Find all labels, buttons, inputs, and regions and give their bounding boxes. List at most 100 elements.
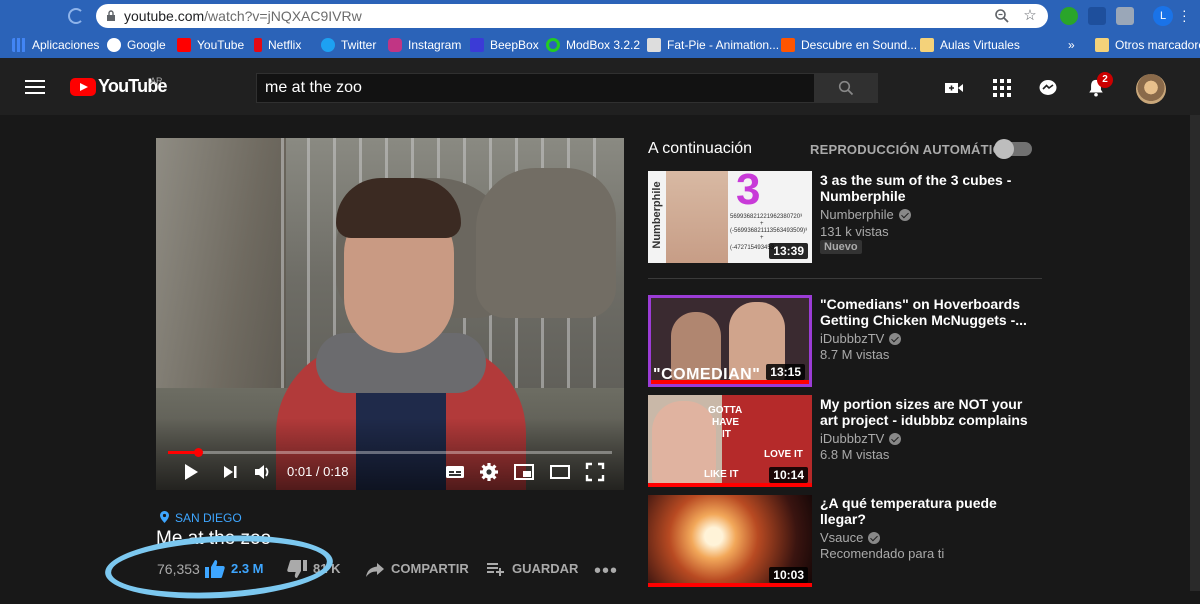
location-text: SAN DIEGO [175,511,242,525]
modbox-icon [546,38,560,52]
watched-progress-bar [648,583,812,587]
reload-icon[interactable] [68,8,84,24]
subtitles-icon[interactable] [444,461,466,483]
user-avatar[interactable] [1136,74,1166,104]
settings-gear-icon[interactable] [478,461,500,483]
verified-check-icon [898,209,911,221]
channel-name-4[interactable]: Vsauce [820,530,881,545]
netflix-icon [254,38,262,52]
extension-green-icon[interactable] [1060,7,1078,25]
share-arrow-icon[interactable] [364,558,386,580]
bookmark-aulas[interactable]: Aulas Virtuales [920,37,1020,53]
equation-line-1: 569936821221962380720³ [730,214,803,220]
create-video-icon[interactable] [944,79,964,97]
verified-check-icon [868,532,881,544]
duration-badge: 13:39 [769,243,808,259]
word-love-it: LOVE IT [764,449,803,460]
folder-icon [920,38,934,52]
progress-scrubber[interactable] [194,448,203,457]
bookmarks-bar: Aplicaciones Google YouTube Netflix Twit… [0,32,1200,58]
location-pin-icon [160,511,169,523]
watched-progress-bar [648,483,812,487]
apps-grid-icon [12,38,26,52]
video-player[interactable]: 0:01 / 0:18 [156,138,624,490]
apps-grid-icon[interactable] [992,79,1012,97]
elephant-right [476,168,616,318]
autoplay-toggle[interactable] [994,139,1032,159]
word-it: IT [722,429,731,440]
equation-line-4: + [760,235,764,241]
video-thumbnail-1[interactable]: Numberphile 3 569936821221962380720³ + (… [648,171,812,263]
bookmark-google[interactable]: Google [107,37,166,53]
equation-line-2: + [760,221,764,227]
bookmark-beepbox[interactable]: BeepBox [470,37,539,53]
zoom-icon[interactable] [994,8,1010,24]
video-thumbnail-2[interactable]: "COMEDIAN" 13:15 [648,295,812,387]
country-code: AR [150,76,163,86]
lock-icon [107,10,115,21]
verified-check-icon [889,433,902,445]
bookmark-twitter[interactable]: Twitter [321,37,376,53]
location-link[interactable]: SAN DIEGO [160,511,242,525]
beepbox-icon [470,38,484,52]
view-count-1: 131 k vistas [820,224,889,239]
youtube-header: YouTube AR me at the zoo 2 [0,58,1200,115]
address-bar[interactable]: youtube.com/watch?v=jNQXAC9IVRw ☆ [96,4,1048,28]
bookmark-apps[interactable]: Aplicaciones [12,37,99,53]
video-title-2[interactable]: "Comedians" on Hoverboards Getting Chick… [820,296,1040,328]
youtube-icon [177,38,191,52]
search-icon [838,80,854,96]
theater-mode-icon[interactable] [549,461,571,483]
video-title-1[interactable]: 3 as the sum of the 3 cubes - Numberphil… [820,172,1040,204]
extension-reader-icon[interactable] [1116,7,1134,25]
bookmark-fatpie[interactable]: Fat-Pie - Animation... [647,37,779,53]
browser-toolbar: youtube.com/watch?v=jNQXAC9IVRw ☆ L · · · [0,0,1200,32]
url-path: /watch?v=jNQXAC9IVRw [204,8,362,24]
bookmark-other[interactable]: Otros marcadores [1095,37,1200,53]
video-progress-bar[interactable] [168,451,612,454]
channel-name-1[interactable]: Numberphile [820,207,911,222]
bookmark-youtube[interactable]: YouTube [177,37,244,53]
equation-line-3: (-569936821113563493509)³ [730,228,808,234]
bookmark-modbox[interactable]: ModBox 3.2.2 [546,37,640,53]
bookmark-netflix[interactable]: Netflix [254,37,301,53]
more-bookmarks[interactable]: » [1068,37,1075,53]
save-button[interactable]: GUARDAR [512,561,578,576]
video-thumbnail-4[interactable]: 10:03 [648,495,812,587]
share-button[interactable]: COMPARTIR [391,561,469,576]
play-icon[interactable] [180,461,202,483]
hamburger-menu-icon[interactable] [25,80,45,94]
fullscreen-icon[interactable] [584,461,606,483]
page-scrollbar[interactable] [1190,115,1200,591]
folder-icon [1095,38,1109,52]
video-title-4[interactable]: ¿A qué temperatura puede llegar? [820,495,1040,527]
search-input[interactable]: me at the zoo [256,73,815,103]
video-title-3[interactable]: My portion sizes are NOT your art projec… [820,396,1040,428]
person-hair [336,178,461,238]
profile-avatar[interactable]: L [1153,6,1173,26]
channel-name-2[interactable]: iDubbbzTV [820,331,902,346]
search-button[interactable] [815,73,878,103]
twitter-icon [321,38,335,52]
bookmark-instagram[interactable]: Instagram [388,37,461,53]
toggle-knob [994,139,1014,159]
url-host: youtube.com [124,8,205,24]
duration-badge: 13:15 [766,364,805,380]
hand-drawn-highlight-circle [103,530,335,604]
soundcloud-icon [781,38,795,52]
next-icon[interactable] [220,461,242,483]
duration-badge: 10:14 [769,467,808,483]
more-actions-icon[interactable]: ••• [594,560,618,583]
menu-dots-icon[interactable]: · · · [1182,3,1187,27]
video-thumbnail-3[interactable]: GOTTA HAVE IT LOVE IT LIKE IT 10:14 [648,395,812,487]
channel-name-3[interactable]: iDubbbzTV [820,431,902,446]
messages-icon[interactable] [1038,79,1058,97]
instagram-icon [388,38,402,52]
extension-acrobat-icon[interactable] [1088,7,1106,25]
volume-icon[interactable] [252,461,274,483]
bookmark-star-icon[interactable]: ☆ [1022,8,1038,24]
bookmark-soundcloud[interactable]: Descubre en Sound... [781,37,917,53]
miniplayer-icon[interactable] [513,461,535,483]
add-to-playlist-icon[interactable] [485,558,507,580]
view-count-3: 6.8 M vistas [820,447,890,462]
